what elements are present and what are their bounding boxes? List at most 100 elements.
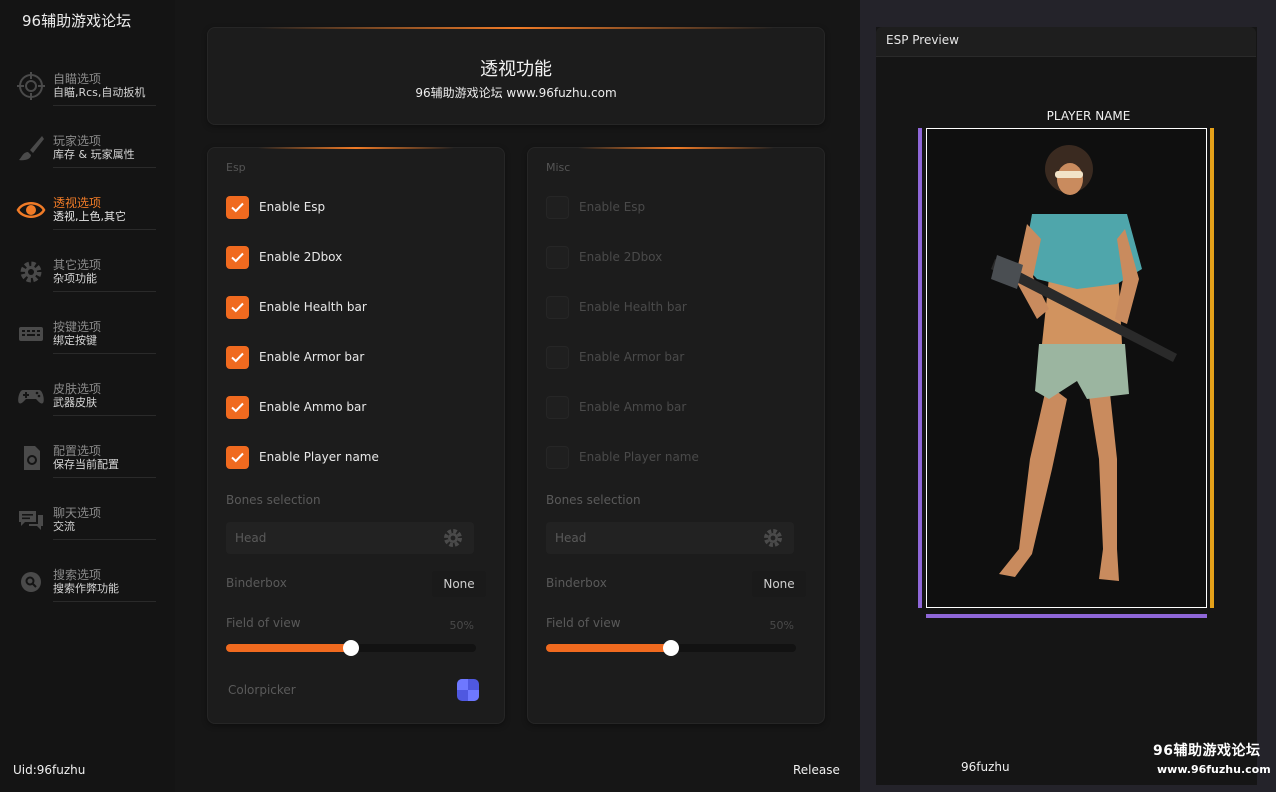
checkbox-enable-player-name[interactable]: Enable Player name xyxy=(226,446,486,470)
binderbox-button[interactable]: None xyxy=(752,571,806,597)
player-name-label: PLAYER NAME xyxy=(1046,109,1131,123)
checkbox-box[interactable] xyxy=(546,346,569,369)
check-icon xyxy=(231,402,244,413)
eye-icon xyxy=(16,202,46,218)
checkbox-label: Enable 2Dbox xyxy=(259,250,343,264)
preview-footer-text: 96fuzhu xyxy=(961,760,1010,774)
checkbox-label: Enable Ammo bar xyxy=(579,400,687,414)
swatch-tile xyxy=(457,679,468,690)
ammo-bar xyxy=(926,614,1207,618)
checkbox-label: Enable Armor bar xyxy=(259,350,365,364)
slider-thumb[interactable] xyxy=(663,640,679,656)
checkbox-label: Enable Esp xyxy=(579,200,646,214)
divider xyxy=(53,167,156,168)
bones-selection-dropdown[interactable]: Head xyxy=(226,522,474,554)
colorpicker-label: Colorpicker xyxy=(228,683,296,697)
checkbox-enable-health-bar[interactable]: Enable Health bar xyxy=(226,296,486,320)
check-icon xyxy=(231,452,244,463)
checkbox-box[interactable] xyxy=(546,246,569,269)
checkbox-box[interactable] xyxy=(226,246,249,269)
bones-selection-dropdown[interactable]: Head xyxy=(546,522,794,554)
bones-selection-label: Bones selection xyxy=(226,493,321,507)
checkbox-box[interactable] xyxy=(226,446,249,469)
sidebar-item-keybinds[interactable]: 按键选项 绑定按键 xyxy=(16,315,156,359)
checkbox-label: Enable Esp xyxy=(259,200,326,214)
fov-label: Field of view xyxy=(546,616,621,630)
watermark-url: www.96fuzhu.com xyxy=(1157,763,1271,776)
sidebar-item-config[interactable]: 配置选项 保存当前配置 xyxy=(16,439,156,483)
section-label: Misc xyxy=(546,161,571,174)
crosshair-icon xyxy=(17,72,45,100)
footer-bar: Uid:96fuzhu Release xyxy=(0,750,860,792)
bones-selection-value: Head xyxy=(235,531,267,545)
checkbox-misc-enable-armor-bar[interactable]: Enable Armor bar xyxy=(546,346,806,370)
checkbox-label: Enable Health bar xyxy=(579,300,687,314)
sidebar-item-skins[interactable]: 皮肤选项 武器皮肤 xyxy=(16,377,156,421)
sidebar-item-esp[interactable]: 透视选项 透视,上色,其它 xyxy=(16,191,156,235)
divider xyxy=(53,105,156,106)
section-label: Esp xyxy=(226,161,246,174)
color-swatch[interactable] xyxy=(457,679,479,701)
divider xyxy=(53,539,156,540)
health-bar xyxy=(918,128,922,608)
slider-fill xyxy=(226,644,351,652)
preview-header[interactable]: ESP Preview xyxy=(876,27,1256,57)
checkbox-label: Enable Armor bar xyxy=(579,350,685,364)
checkbox-box[interactable] xyxy=(546,296,569,319)
checkbox-box[interactable] xyxy=(226,196,249,219)
checkbox-misc-enable-esp[interactable]: Enable Esp xyxy=(546,196,806,220)
checkbox-box[interactable] xyxy=(226,296,249,319)
divider xyxy=(53,415,156,416)
divider xyxy=(53,477,156,478)
gear-icon xyxy=(20,261,42,283)
bones-selection-label: Bones selection xyxy=(546,493,641,507)
swatch-tile xyxy=(468,690,479,701)
config-file-icon xyxy=(24,446,40,470)
binderbox-label: Binderbox xyxy=(546,576,607,590)
checkbox-label: Enable Player name xyxy=(259,450,379,464)
sidebar: 96辅助游戏论坛 自瞄选项 自瞄,Rcs,自动扳机 玩家选项 库存 & 玩家属性 xyxy=(0,0,175,792)
watermark-title: 96辅助游戏论坛 xyxy=(1153,743,1261,759)
binderbox-button[interactable]: None xyxy=(432,571,486,597)
sidebar-item-chat[interactable]: 聊天选项 交流 xyxy=(16,501,156,545)
user-id: Uid:96fuzhu xyxy=(13,763,86,777)
sidebar-item-subtitle: 搜索作弊功能 xyxy=(53,582,119,595)
checkbox-misc-enable-ammo-bar[interactable]: Enable Ammo bar xyxy=(546,396,806,420)
page-title: 透视功能 xyxy=(480,59,552,80)
esp-panel: Esp Enable Esp Enable 2Dbox Enable Healt… xyxy=(207,147,505,724)
divider xyxy=(53,291,156,292)
esp-2d-box xyxy=(926,128,1207,608)
checkbox-misc-enable-player-name[interactable]: Enable Player name xyxy=(546,446,806,470)
checkbox-enable-2dbox[interactable]: Enable 2Dbox xyxy=(226,246,486,270)
checkbox-misc-enable-health-bar[interactable]: Enable Health bar xyxy=(546,296,806,320)
checkbox-enable-ammo-bar[interactable]: Enable Ammo bar xyxy=(226,396,486,420)
gear-icon[interactable] xyxy=(442,527,464,549)
checkbox-box[interactable] xyxy=(546,196,569,219)
checkbox-label: Enable Ammo bar xyxy=(259,400,367,414)
gear-icon[interactable] xyxy=(762,527,784,549)
checkbox-box[interactable] xyxy=(546,446,569,469)
fov-value: 50% xyxy=(769,619,794,632)
sidebar-item-misc[interactable]: 其它选项 杂项功能 xyxy=(16,253,156,297)
checkbox-box[interactable] xyxy=(546,396,569,419)
chat-icon xyxy=(19,511,43,530)
checkbox-box[interactable] xyxy=(226,396,249,419)
checkbox-enable-armor-bar[interactable]: Enable Armor bar xyxy=(226,346,486,370)
brush-icon xyxy=(19,136,44,161)
player-model-image xyxy=(991,145,1177,581)
sidebar-item-aimbot[interactable]: 自瞄选项 自瞄,Rcs,自动扳机 xyxy=(16,67,156,111)
sidebar-item-search[interactable]: 搜索选项 搜索作弊功能 xyxy=(16,563,156,607)
checkbox-enable-esp[interactable]: Enable Esp xyxy=(226,196,486,220)
sidebar-item-subtitle: 库存 & 玩家属性 xyxy=(53,148,135,161)
sidebar-item-player[interactable]: 玩家选项 库存 & 玩家属性 xyxy=(16,129,156,173)
fov-slider[interactable] xyxy=(226,640,476,656)
fov-slider[interactable] xyxy=(546,640,796,656)
slider-thumb[interactable] xyxy=(343,640,359,656)
checkbox-misc-enable-2dbox[interactable]: Enable 2Dbox xyxy=(546,246,806,270)
fov-label: Field of view xyxy=(226,616,301,630)
checkbox-box[interactable] xyxy=(226,346,249,369)
sidebar-item-subtitle: 武器皮肤 xyxy=(53,396,97,409)
divider xyxy=(53,353,156,354)
esp-preview-window: ESP Preview PLAYER NAME 96fuzhu xyxy=(876,27,1257,785)
card-accent-line xyxy=(258,147,454,149)
